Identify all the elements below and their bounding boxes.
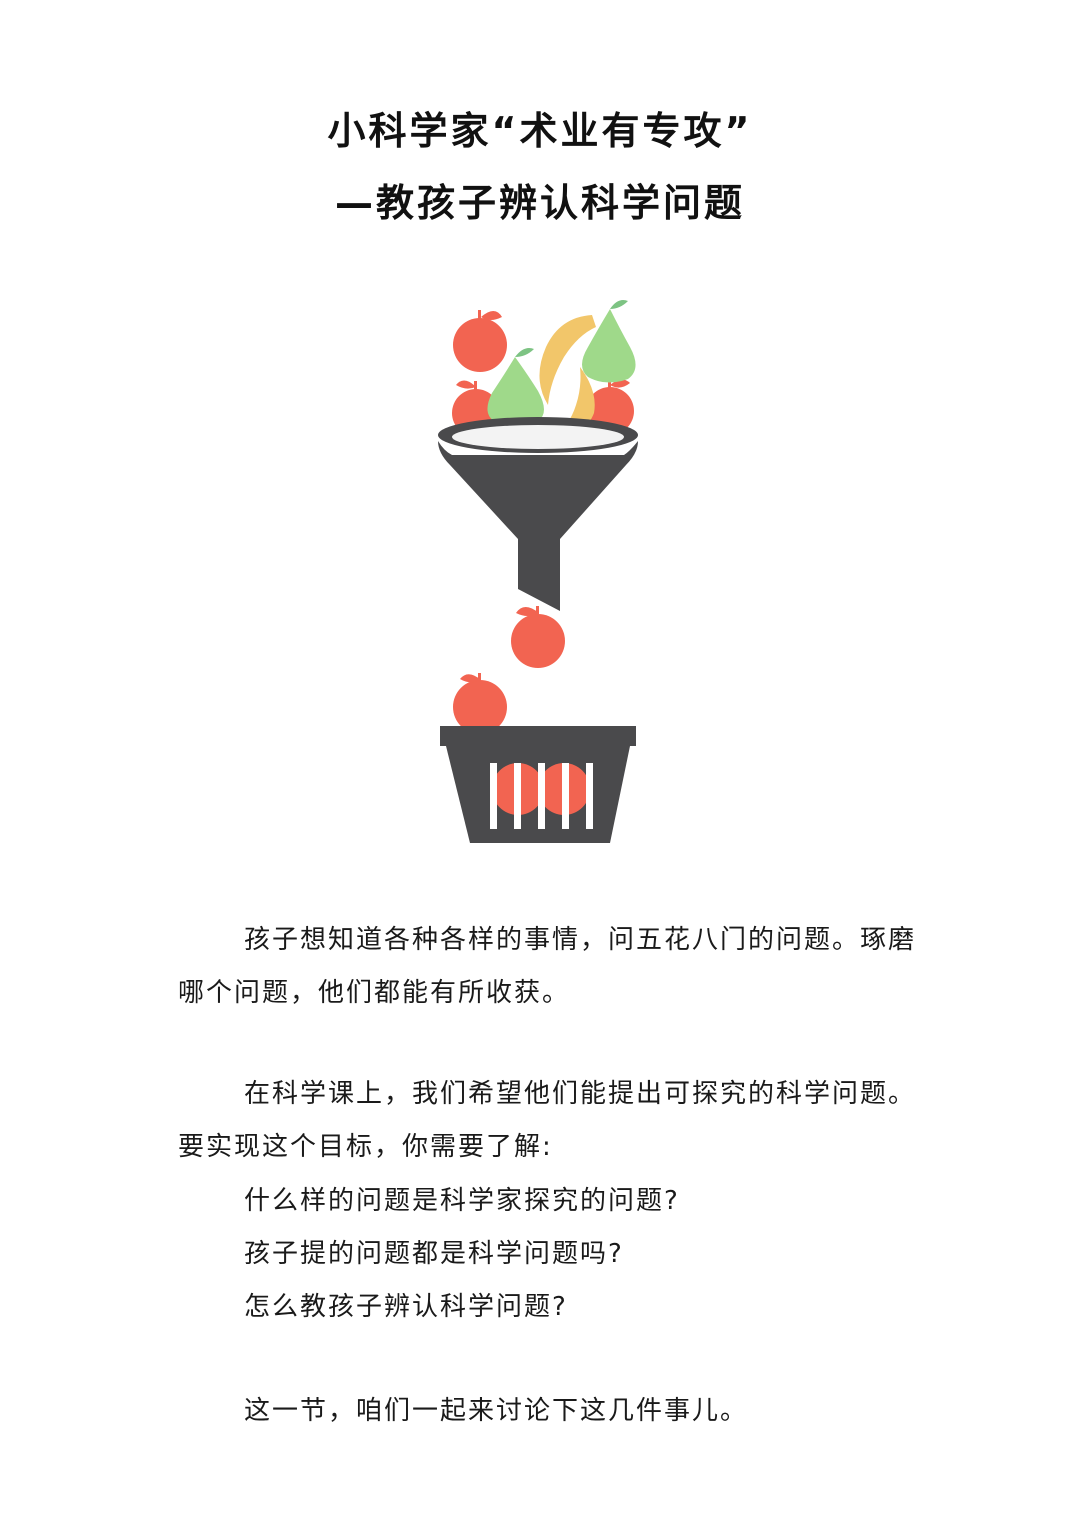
pear-icon bbox=[582, 300, 636, 383]
question-item: 什么样的问题是科学家探究的问题? bbox=[244, 1186, 680, 1216]
apple-icon bbox=[511, 606, 565, 668]
funnel-illustration bbox=[420, 295, 660, 855]
page-subtitle: —教孩子辨认科学问题 bbox=[334, 181, 745, 225]
question-item: 怎么教孩子辨认科学问题? bbox=[244, 1292, 568, 1322]
apple-icon bbox=[453, 673, 507, 734]
intro-paragraph: 孩子想知道各种各样的事情，问五花八门的问题。琢磨哪个问题，他们都能有所收获。 bbox=[178, 925, 917, 1008]
goal-paragraph: 在科学课上，我们希望他们能提出可探究的科学问题。要实现这个目标，你需要了解: bbox=[178, 1079, 917, 1162]
basket-icon bbox=[440, 726, 636, 843]
question-item: 孩子提的问题都是科学问题吗? bbox=[244, 1239, 624, 1269]
closing-line: 这一节，咱们一起来讨论下这几件事儿。 bbox=[244, 1396, 749, 1426]
apple-icon bbox=[453, 310, 507, 372]
page-title: 小科学家“术业有专攻” bbox=[327, 109, 753, 153]
funnel-icon bbox=[438, 417, 638, 611]
